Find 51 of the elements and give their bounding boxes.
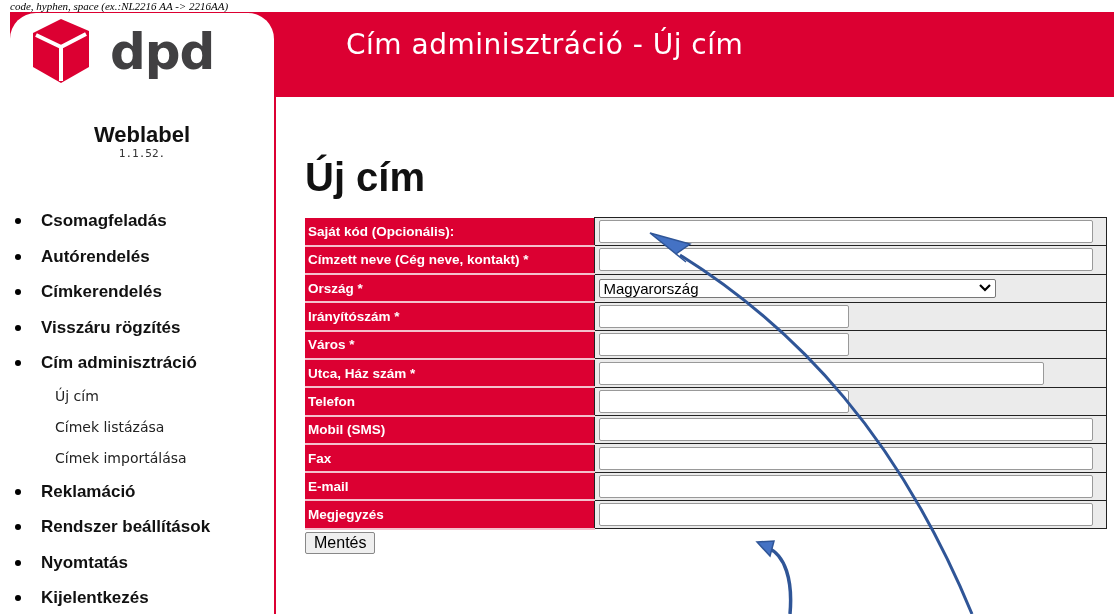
input-field[interactable] xyxy=(598,333,849,357)
field-label: Ország * xyxy=(305,274,594,303)
logo-wordmark: dpd xyxy=(110,22,215,81)
app-version: 1.1.52. xyxy=(118,146,166,160)
bullet-icon xyxy=(15,324,21,331)
field-label: Fax xyxy=(305,443,594,473)
bullet-icon xyxy=(15,488,21,495)
field-label: Mobil (SMS) xyxy=(305,415,594,444)
menu-link[interactable]: Autórendelés xyxy=(41,246,150,267)
field-label: Címzett neve (Cég neve, kontakt) * xyxy=(305,245,594,275)
menu-link[interactable]: Kijelentkezés xyxy=(41,588,149,609)
menu-link[interactable]: Nyomtatás xyxy=(41,552,128,573)
country-select[interactable]: Magyarország xyxy=(598,278,996,298)
field-label: E-mail xyxy=(305,472,594,501)
menu-link[interactable]: Reklamáció xyxy=(41,481,136,502)
menu-link[interactable]: Cím adminisztráció xyxy=(41,353,197,374)
bullet-icon xyxy=(15,559,21,566)
menu-link[interactable]: Rendszer beállítások xyxy=(41,517,211,538)
input-field[interactable] xyxy=(598,305,849,329)
input-field[interactable] xyxy=(598,503,1093,527)
chevron-down-icon xyxy=(978,284,991,293)
menu-link[interactable]: Visszáru rögzítés xyxy=(41,317,181,338)
input-field[interactable] xyxy=(598,220,1093,244)
field-label: Utca, Ház szám * xyxy=(305,359,594,388)
field-label: Város * xyxy=(305,330,594,359)
bullet-icon xyxy=(15,524,21,531)
field-label: Telefon xyxy=(305,387,594,416)
submenu-link[interactable]: Címek importálása xyxy=(10,443,274,474)
input-field[interactable] xyxy=(598,361,1044,385)
bullet-icon xyxy=(15,595,21,602)
bullet-icon xyxy=(15,289,21,296)
field-label: Megjegyzés xyxy=(305,500,594,529)
page-header-title: Cím adminisztráció - Új cím xyxy=(346,28,744,61)
submenu-link[interactable]: Új cím xyxy=(10,381,274,412)
instruction-note: code, hyphen, space (ex.:NL2216 AA -> 2216AA) xyxy=(10,0,229,12)
input-field[interactable] xyxy=(598,474,1093,498)
bullet-icon xyxy=(15,218,21,225)
submenu-link[interactable]: Címek listázása xyxy=(10,412,274,443)
menu-link[interactable]: Címkerendelés xyxy=(41,282,162,303)
input-field[interactable] xyxy=(598,446,1093,470)
menu-link[interactable]: Csomagfeladás xyxy=(41,211,167,232)
app-name: Weblabel xyxy=(93,122,191,147)
page-title: Új cím xyxy=(305,155,427,199)
bullet-icon xyxy=(15,360,21,367)
save-button[interactable]: Mentés xyxy=(305,531,376,554)
input-field[interactable] xyxy=(598,389,849,413)
field-label: Saját kód (Opcionális): xyxy=(305,217,594,246)
bullet-icon xyxy=(15,253,21,260)
input-field[interactable] xyxy=(598,248,1093,272)
input-field[interactable] xyxy=(598,418,1093,442)
field-label: Irányítószám * xyxy=(305,302,594,331)
